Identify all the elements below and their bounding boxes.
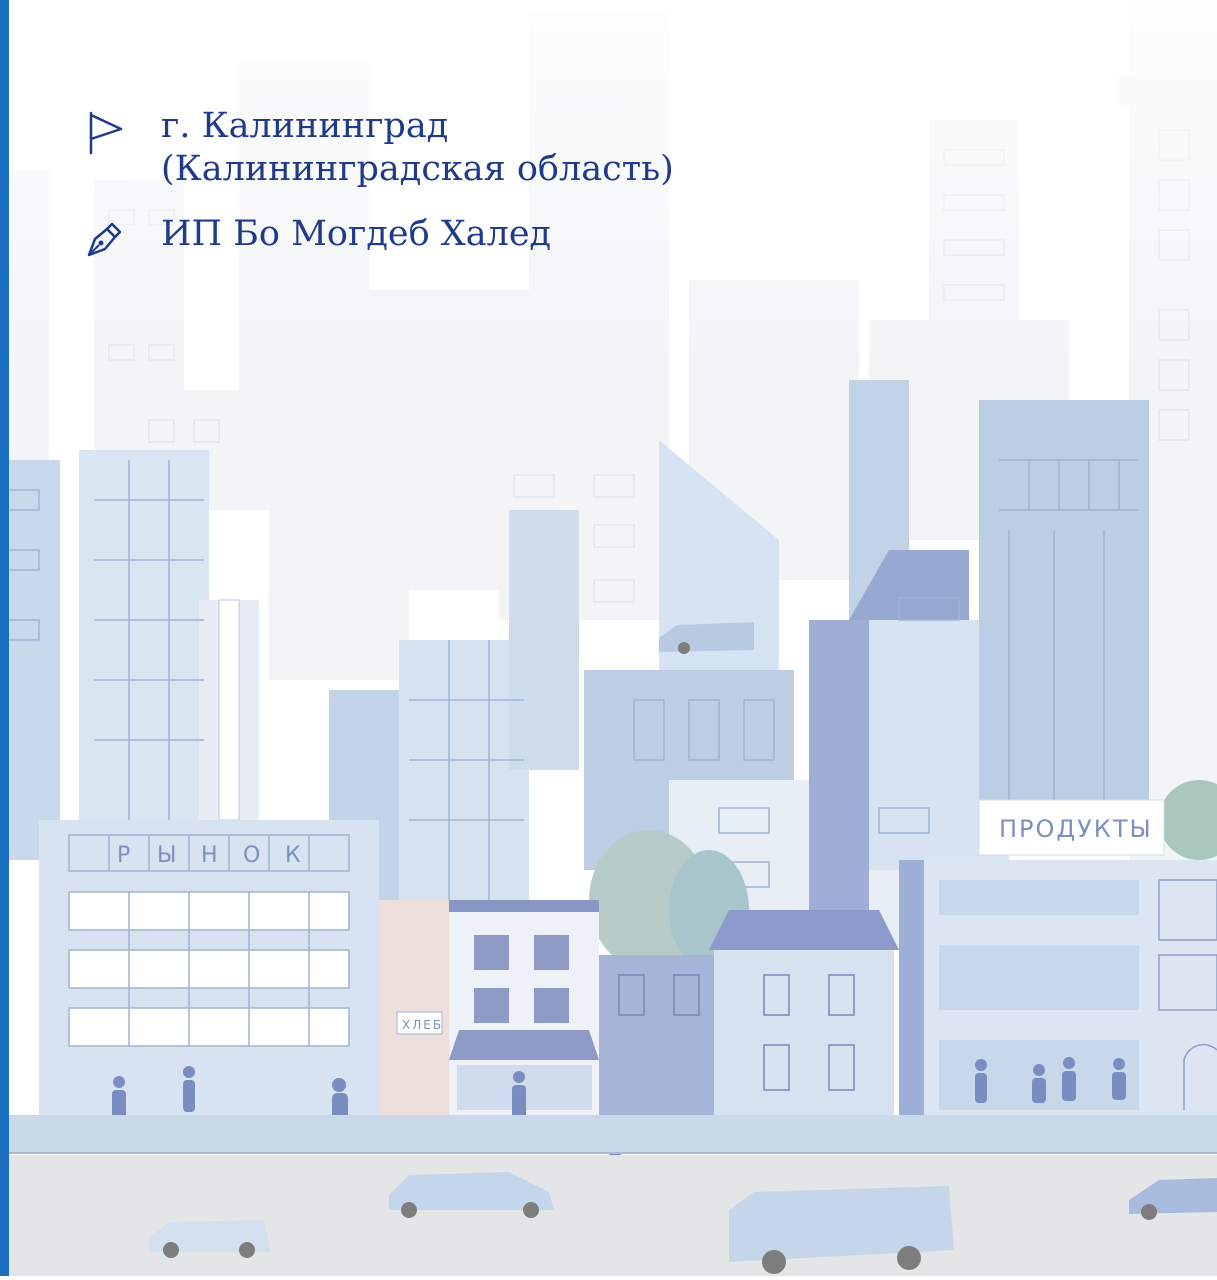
owner-name: ИП Бо Могдеб Халед [161, 214, 552, 254]
owner-row: ИП Бо Могдеб Халед [85, 213, 674, 259]
info-block: г. Калининград (Калининградская область)… [85, 105, 674, 281]
location-row: г. Калининград (Калининградская область) [85, 105, 674, 191]
market-sign-letter-1: Р [117, 843, 132, 868]
bakery-building: ХЛЕБ [379, 900, 599, 1115]
grocery-sign: ПРОДУКТЫ [999, 815, 1153, 843]
flag-icon [85, 111, 125, 155]
accent-bar [0, 0, 9, 1276]
pen-nib-icon [85, 219, 125, 259]
location-region: (Калининградская область) [161, 149, 674, 189]
market-sign-letter-5: К [285, 843, 303, 868]
market-sign-letter-4: О [243, 843, 262, 868]
location-city: г. Калининград [161, 106, 449, 146]
location-text: г. Калининград (Калининградская область) [161, 105, 674, 191]
market-sign-letter-3: Н [201, 843, 220, 868]
sidewalk [9, 1115, 1217, 1153]
bakery-sign: ХЛЕБ [402, 1018, 443, 1032]
market-sign-letter-2: Ы [157, 843, 178, 868]
road [9, 1155, 1217, 1276]
market-building: Р Ы Н О К [39, 820, 379, 1120]
